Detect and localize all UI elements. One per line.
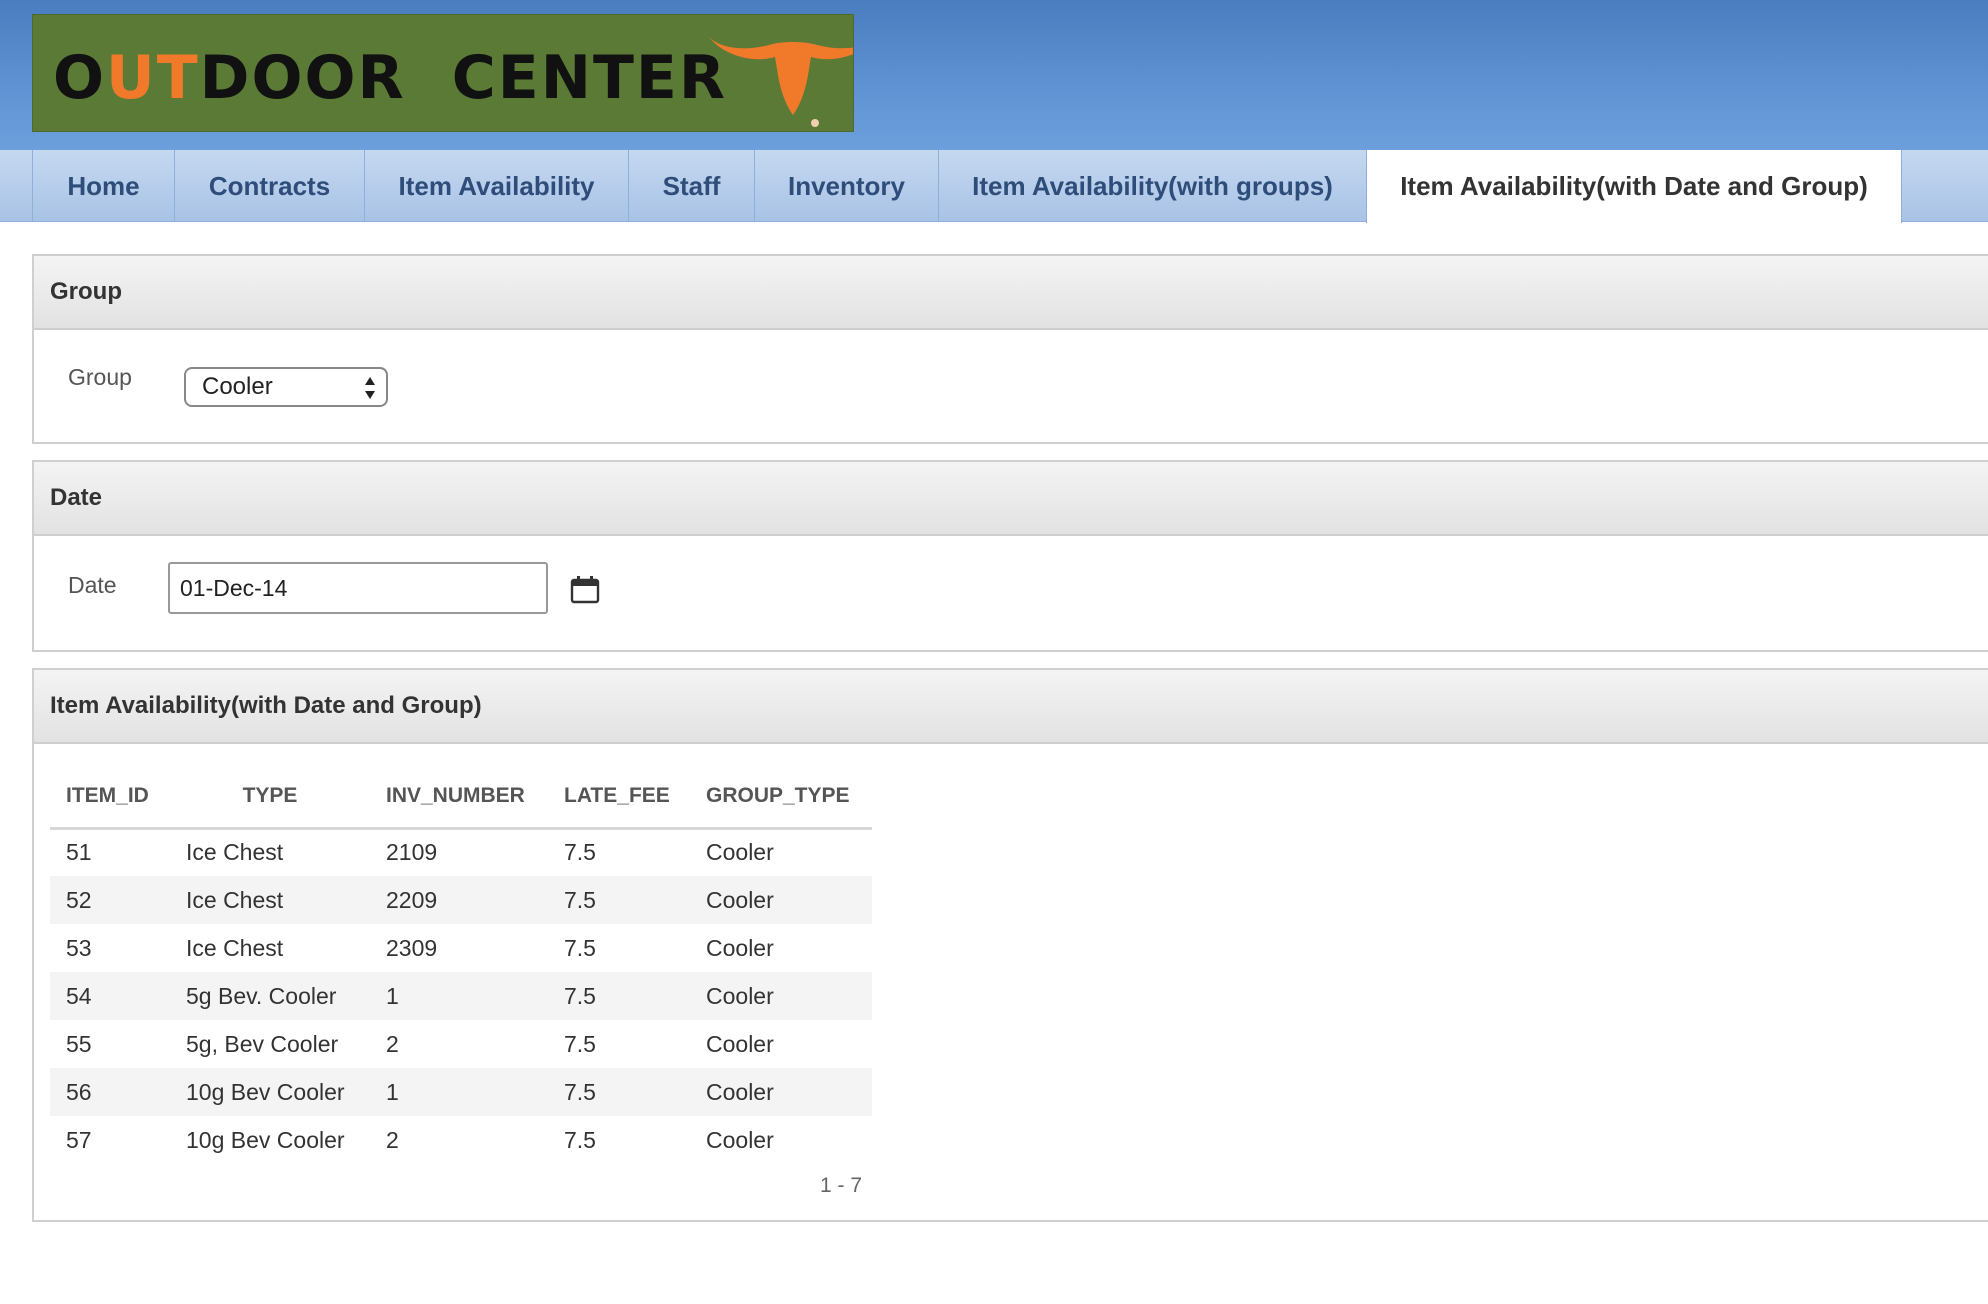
cell-group-type: Cooler (706, 1030, 774, 1057)
logo-text-ut: UT (106, 43, 200, 113)
logo-text-o: O (53, 43, 107, 113)
logo-text-center: CENTER (451, 43, 728, 113)
cell-inv-number: 2209 (370, 876, 548, 924)
group-label: Group (68, 364, 132, 390)
cell-late-fee: 7.5 (564, 934, 596, 961)
cell-type: Ice Chest (186, 934, 284, 961)
date-panel-title: Date (34, 462, 1988, 536)
cell-type: Ice Chest (186, 839, 284, 866)
cell-item-id: 57 (66, 1126, 92, 1153)
tab-staff[interactable]: Staff (628, 150, 754, 222)
main-navigation: Home Contracts Item Availability Staff I… (0, 150, 1988, 223)
cell-late-fee: 7.5 (564, 839, 596, 866)
column-header-late-fee[interactable]: LATE_FEE (548, 766, 690, 830)
table-row: 51 Ice Chest 2109 7.5 Cooler (50, 828, 872, 876)
date-label: Date (68, 572, 117, 598)
pagination-info: 1 - 7 (820, 1174, 863, 1197)
report-panel: Item Availability(with Date and Group) I… (32, 668, 1988, 1222)
cell-item-id: 55 (66, 1030, 92, 1057)
cell-group-type: Cooler (690, 972, 872, 1020)
cell-late-fee: 7.5 (564, 1030, 596, 1057)
cell-type: Ice Chest (170, 876, 370, 924)
select-arrows-icon (365, 377, 375, 399)
cell-late-fee: 7.5 (564, 1126, 596, 1153)
table-row: 54 5g Bev. Cooler 1 7.5 Cooler (50, 972, 872, 1020)
cell-group-type: Cooler (706, 839, 774, 866)
cell-type: 5g Bev. Cooler (170, 972, 370, 1020)
tab-contracts[interactable]: Contracts (174, 150, 364, 222)
cell-late-fee: 7.5 (548, 876, 690, 924)
cell-late-fee: 7.5 (548, 1068, 690, 1116)
calendar-icon[interactable] (570, 574, 600, 604)
cell-group-type: Cooler (690, 876, 872, 924)
table-header-row: ITEM_ID TYPE INV_NUMBER LATE_FEE GROUP_T… (50, 766, 872, 830)
logo-text: OUTDOOR CENTER (53, 43, 727, 113)
cell-item-id: 52 (50, 876, 170, 924)
table-row: 52 Ice Chest 2209 7.5 Cooler (50, 876, 872, 924)
report-title: Item Availability(with Date and Group) (34, 670, 1988, 744)
logo-text-door: DOOR (199, 43, 406, 113)
table-row: 56 10g Bev Cooler 1 7.5 Cooler (50, 1068, 872, 1116)
tab-item-availability[interactable]: Item Availability (364, 150, 628, 222)
tab-item-availability-with-date-and-group[interactable]: Item Availability(with Date and Group) (1366, 150, 1902, 223)
column-header-inv-number[interactable]: INV_NUMBER (370, 766, 548, 830)
column-header-group-type[interactable]: GROUP_TYPE (690, 766, 872, 830)
cell-inv-number: 2 (386, 1126, 399, 1153)
cell-group-type: Cooler (706, 934, 774, 961)
cell-item-id: 53 (66, 934, 92, 961)
cell-type: 10g Bev Cooler (186, 1126, 345, 1153)
cell-type: 10g Bev Cooler (170, 1068, 370, 1116)
cell-group-type: Cooler (690, 1068, 872, 1116)
cell-item-id: 54 (50, 972, 170, 1020)
cell-group-type: Cooler (706, 1126, 774, 1153)
cell-inv-number: 1 (370, 1068, 548, 1116)
group-panel: Group Group Cooler (32, 254, 1988, 444)
table-row: 55 5g, Bev Cooler 2 7.5 Cooler (50, 1020, 872, 1068)
app-header: OUTDOOR CENTER (0, 0, 1988, 150)
cell-type: 5g, Bev Cooler (186, 1030, 339, 1057)
longhorn-icon (709, 37, 853, 127)
availability-table: ITEM_ID TYPE INV_NUMBER LATE_FEE GROUP_T… (50, 766, 872, 1164)
cell-late-fee: 7.5 (548, 972, 690, 1020)
cell-inv-number: 2 (386, 1030, 399, 1057)
cell-inv-number: 2309 (386, 934, 438, 961)
outdoor-center-logo[interactable]: OUTDOOR CENTER (32, 14, 854, 132)
cell-inv-number: 1 (370, 972, 548, 1020)
group-select[interactable]: Cooler (184, 367, 388, 407)
date-panel: Date Date 01-Dec-14 (32, 460, 1988, 652)
cell-inv-number: 2109 (386, 839, 438, 866)
column-header-item-id[interactable]: ITEM_ID (50, 766, 170, 830)
table-row: 53 Ice Chest 2309 7.5 Cooler (50, 924, 872, 972)
group-panel-title: Group (34, 256, 1988, 330)
group-select-value: Cooler (202, 373, 273, 400)
tab-item-availability-with-groups[interactable]: Item Availability(with groups) (938, 150, 1366, 222)
tab-home[interactable]: Home (32, 150, 174, 222)
table-row: 57 10g Bev Cooler 2 7.5 Cooler (50, 1116, 872, 1164)
cell-item-id: 51 (66, 839, 92, 866)
column-header-type[interactable]: TYPE (170, 766, 370, 830)
tab-inventory[interactable]: Inventory (754, 150, 938, 222)
cell-item-id: 56 (50, 1068, 170, 1116)
date-input[interactable]: 01-Dec-14 (168, 562, 548, 614)
